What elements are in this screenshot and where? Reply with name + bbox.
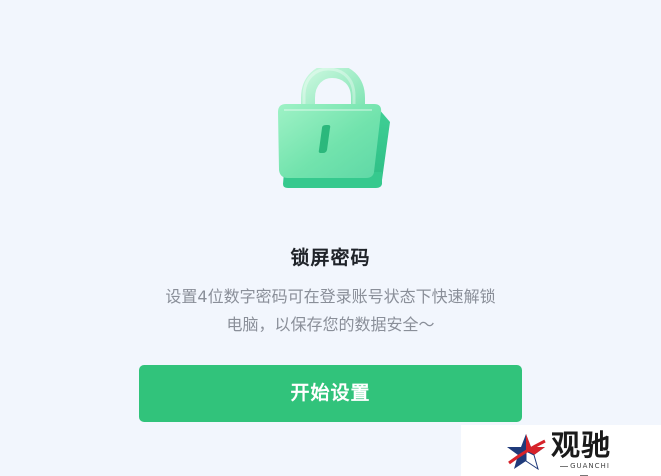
dialog-title: 锁屏密码	[290, 247, 371, 269]
lock-icon	[278, 68, 390, 188]
watermark-name: 观驰	[551, 428, 612, 462]
lock-screen-password-dialog: 锁屏密码 设置4位数字密码可在登录账号状态下快速解锁 电脑，以保存您的数据安全～…	[0, 0, 661, 476]
watermark-subtitle: GUANCHI	[553, 462, 615, 476]
description-line-1: 设置4位数字密码可在登录账号状态下快速解锁	[165, 287, 496, 306]
description-line-2: 电脑，以保存您的数据安全～	[226, 315, 435, 334]
watermark: 观驰 GUANCHI	[461, 425, 661, 476]
start-setup-button[interactable]: 开始设置	[139, 365, 522, 422]
dialog-description: 设置4位数字密码可在登录账号状态下快速解锁 电脑，以保存您的数据安全～	[120, 283, 541, 339]
star-icon	[507, 434, 546, 471]
